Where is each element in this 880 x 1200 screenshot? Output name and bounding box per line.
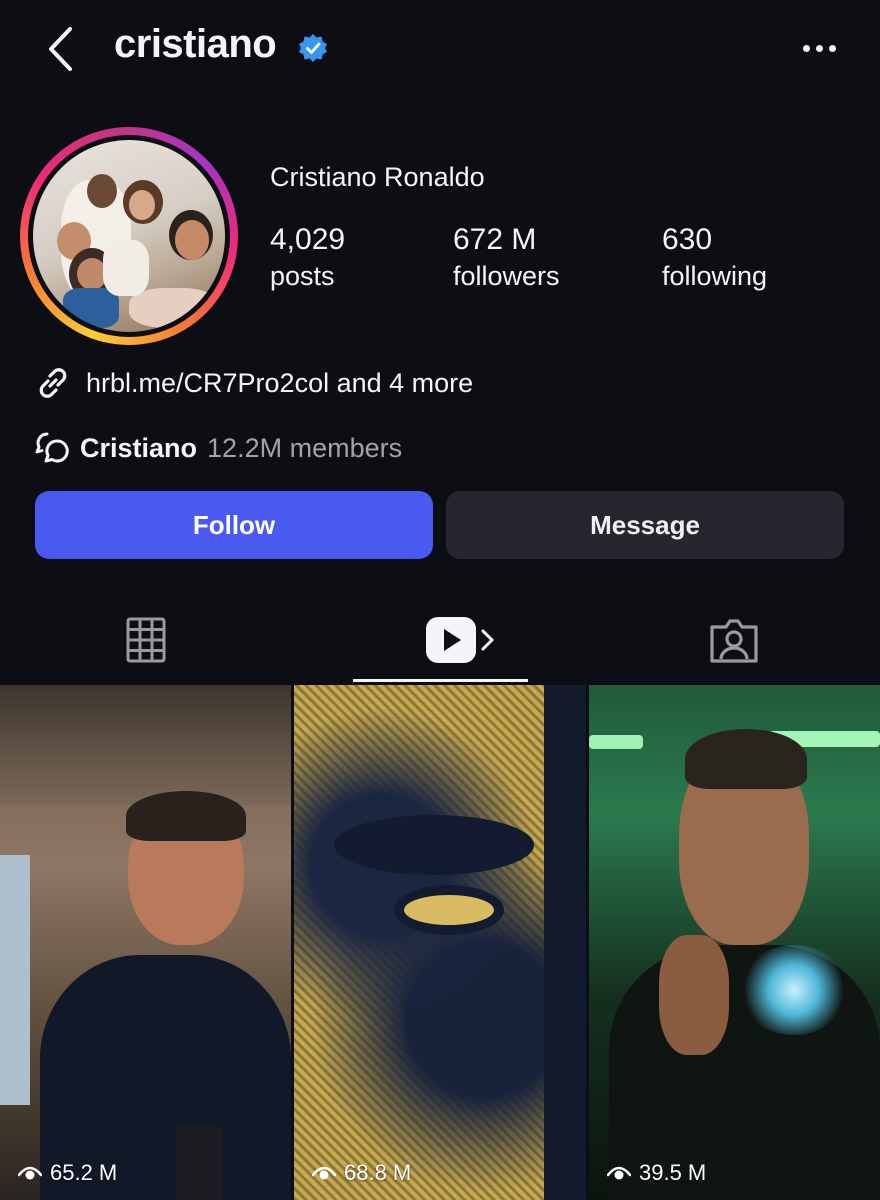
tab-tagged[interactable]: [694, 600, 774, 680]
stat-posts-label: posts: [270, 261, 335, 291]
link-icon: [39, 368, 67, 398]
broadcast-channel[interactable]: Cristiano 12.2M members: [34, 428, 402, 468]
stat-followers-value: 672 M: [453, 223, 537, 256]
tab-grid[interactable]: [96, 600, 196, 680]
reel-views-count: 68.8 M: [344, 1160, 412, 1185]
stat-following-label: following: [662, 261, 768, 291]
stat-followers[interactable]: 672 M followers: [453, 222, 560, 294]
reel-tile[interactable]: 39.5 M: [589, 685, 880, 1200]
stat-followers-label: followers: [453, 261, 560, 291]
channel-icon: [35, 432, 69, 463]
reel-views: 65.2 M: [18, 1160, 117, 1186]
tagged-person-icon: [710, 619, 758, 663]
reel-views: 68.8 M: [312, 1160, 411, 1186]
grid-icon: [126, 617, 166, 663]
reel-tile[interactable]: 68.8 M: [294, 685, 586, 1200]
reel-views: 39.5 M: [607, 1160, 706, 1186]
message-button[interactable]: Message: [446, 491, 844, 559]
channel-name: Cristiano: [80, 432, 198, 463]
eye-icon: [312, 1166, 336, 1180]
profile-avatar-story-ring[interactable]: [20, 127, 238, 345]
eye-icon: [607, 1166, 631, 1180]
stat-posts[interactable]: 4,029 posts: [270, 222, 345, 294]
more-horizontal-icon: [802, 44, 810, 52]
active-tab-indicator: [353, 679, 528, 682]
profile-full-name: Cristiano Ronaldo: [270, 162, 485, 192]
reel-views-count: 39.5 M: [639, 1160, 707, 1185]
more-options-button[interactable]: [796, 30, 842, 66]
stat-following-value: 630: [662, 223, 713, 256]
bio-link[interactable]: hrbl.me/CR7Pro2col and 4 more: [34, 362, 473, 404]
verified-badge-icon: [299, 34, 327, 62]
stat-posts-value: 4,029: [270, 223, 346, 256]
profile-tabs: [0, 600, 880, 684]
reels-play-icon: [426, 617, 494, 663]
stat-following[interactable]: 630 following: [662, 222, 767, 294]
reel-views-count: 65.2 M: [50, 1160, 118, 1185]
back-button[interactable]: [40, 24, 80, 74]
reels-grid: 65.2 M 68.8 M 39.5 M: [0, 685, 880, 1200]
profile-username: cristiano: [114, 22, 277, 66]
chevron-left-icon: [49, 27, 72, 71]
channel-members: 12.2M members: [207, 432, 403, 463]
eye-icon: [18, 1166, 42, 1180]
reel-tile[interactable]: 65.2 M: [0, 685, 291, 1200]
follow-button[interactable]: Follow: [35, 491, 433, 559]
tab-reels[interactable]: [400, 600, 510, 680]
avatar: [33, 140, 225, 332]
profile-header: cristiano: [0, 0, 880, 100]
bio-link-text: hrbl.me/CR7Pro2col and 4 more: [86, 367, 474, 398]
